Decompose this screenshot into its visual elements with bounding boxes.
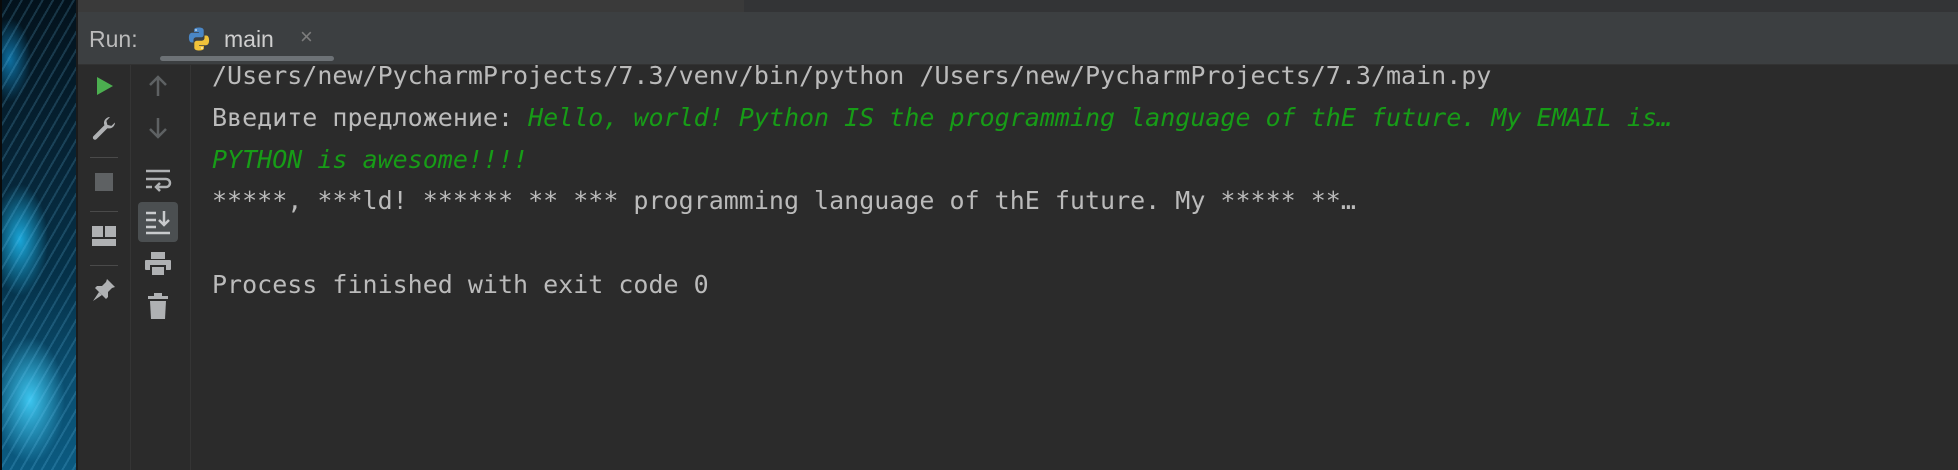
soft-wrap-icon xyxy=(146,169,172,192)
restore-layout-button[interactable] xyxy=(84,216,124,256)
toolbar-divider xyxy=(90,157,118,158)
toolbar-divider xyxy=(90,265,118,266)
run-toolbar-secondary xyxy=(132,65,182,470)
console-prompt: Введите предложение: xyxy=(212,103,529,132)
run-toolbar-primary xyxy=(78,65,130,470)
next-occurrence-button[interactable] xyxy=(138,108,178,148)
rerun-button[interactable] xyxy=(84,66,124,106)
run-panel-header: Run: main × xyxy=(78,12,1958,65)
soft-wrap-button[interactable] xyxy=(138,160,178,200)
stop-icon xyxy=(95,173,113,191)
console-user-input-continued: PYTHON is awesome!!!! xyxy=(212,145,529,174)
console-output[interactable]: /Users/new/PycharmProjects/7.3/venv/bin/… xyxy=(191,61,1958,470)
console-command-line: /Users/new/PycharmProjects/7.3/venv/bin/… xyxy=(212,61,1492,90)
edit-configuration-button[interactable] xyxy=(84,108,124,148)
run-tool-window: Run: main × /Users/new/PycharmProjects/7… xyxy=(76,0,1958,470)
trash-icon xyxy=(148,293,168,319)
print-button[interactable] xyxy=(138,244,178,284)
scroll-to-end-button[interactable] xyxy=(138,202,178,242)
pin-tab-button[interactable] xyxy=(84,270,124,310)
arrow-up-icon xyxy=(149,75,167,96)
console-user-input: Hello, world! Python IS the programming … xyxy=(528,103,1672,132)
desktop-wallpaper xyxy=(0,0,76,470)
editor-top-strip xyxy=(78,0,1958,12)
wrench-icon xyxy=(92,116,115,140)
console-prompt-line: Введите предложение: Hello, world! Pytho… xyxy=(212,103,1672,132)
clear-all-button[interactable] xyxy=(138,286,178,326)
run-icon xyxy=(97,77,113,95)
arrow-down-icon xyxy=(149,118,167,139)
run-label: Run: xyxy=(89,26,138,52)
scroll-to-end-icon xyxy=(146,211,170,235)
layout-icon xyxy=(92,226,116,246)
print-icon xyxy=(145,252,171,277)
python-icon xyxy=(186,26,212,52)
console-exit-message: Process finished with exit code 0 xyxy=(212,270,709,299)
previous-occurrence-button[interactable] xyxy=(138,66,178,106)
stop-button[interactable] xyxy=(84,162,124,202)
pin-icon xyxy=(93,279,115,301)
tab-close-icon[interactable]: × xyxy=(300,24,313,50)
console-program-output: *****, ***ld! ****** ** *** programming … xyxy=(212,186,1356,215)
toolbar-divider xyxy=(90,211,118,212)
tab-main-label: main xyxy=(224,26,274,52)
tab-main[interactable]: main × xyxy=(160,12,334,64)
